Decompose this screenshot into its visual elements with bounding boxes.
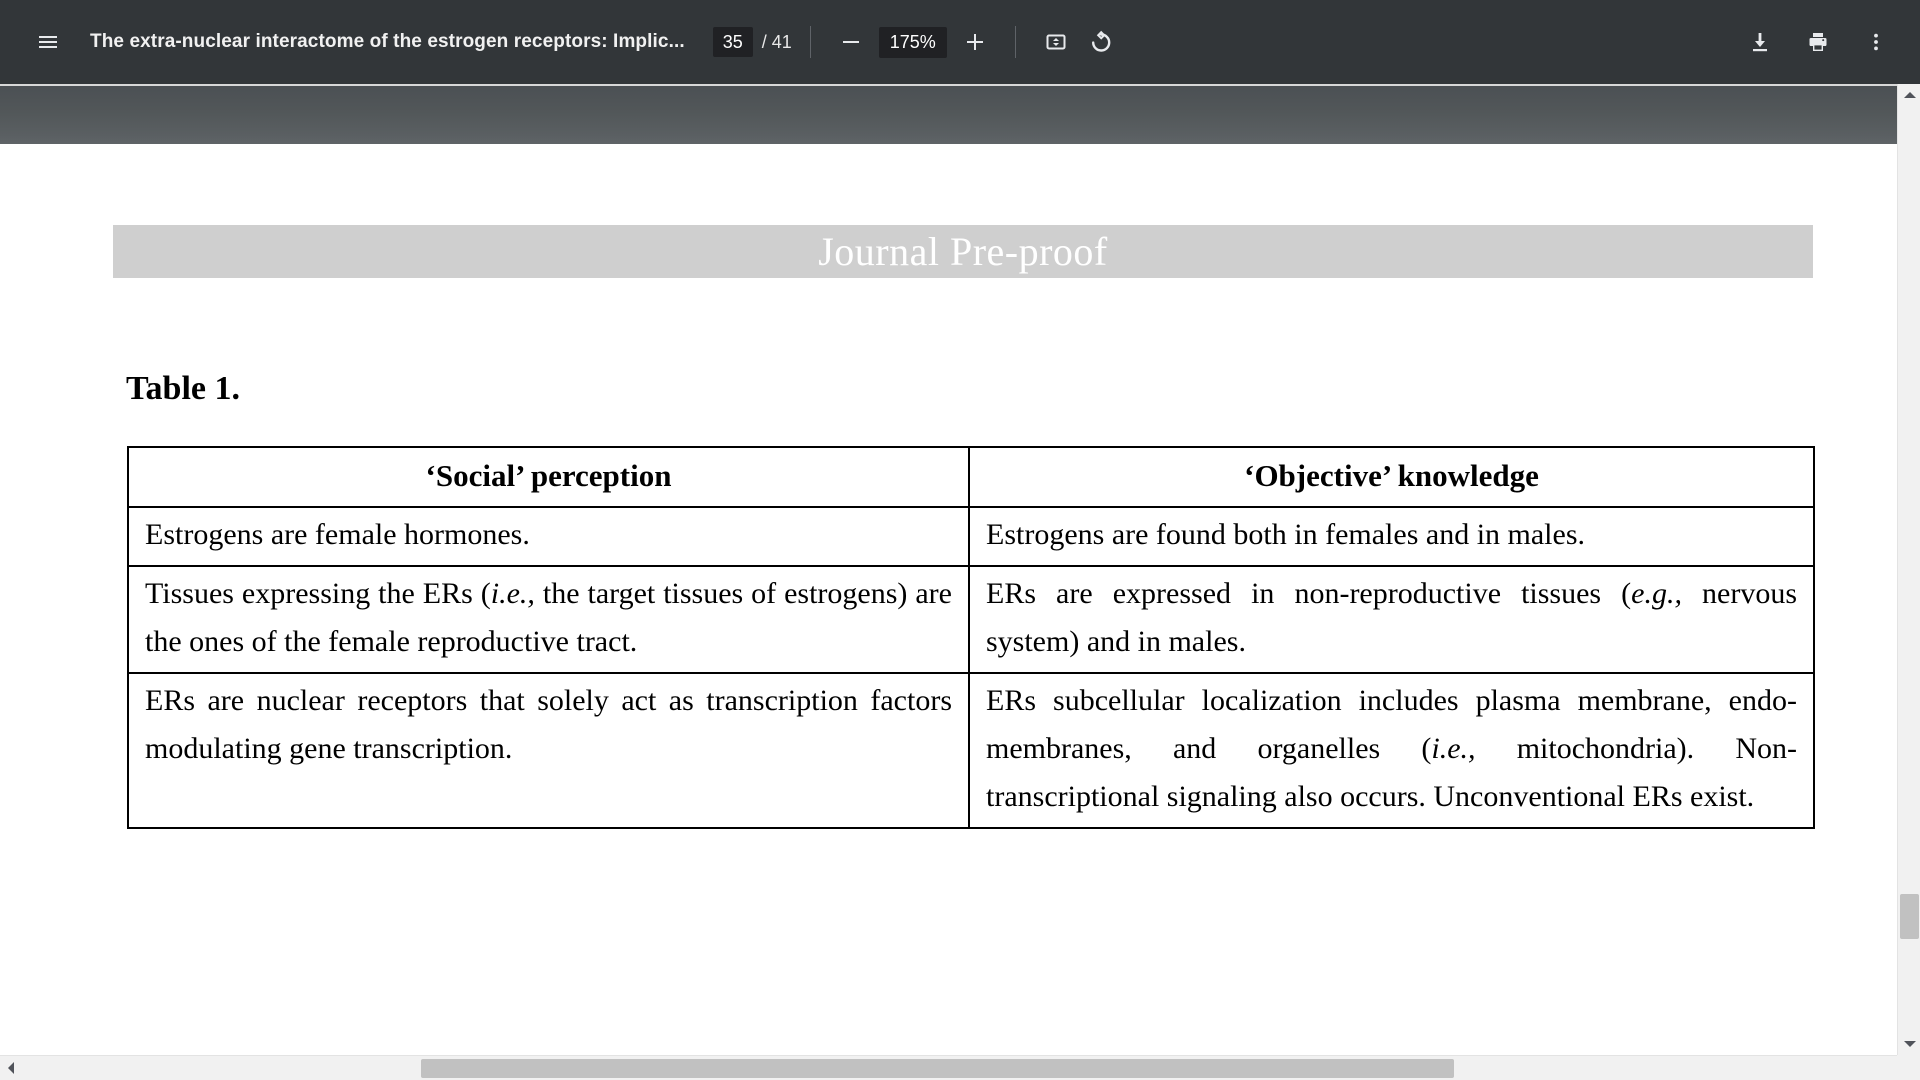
print-icon — [1806, 30, 1830, 54]
comparison-table: ‘Social’ perception ‘Objective’ knowledg… — [127, 446, 1815, 829]
table-row: Tissues expressing the ERs (i.e., the ta… — [127, 565, 1815, 674]
toolbar-right-actions — [1724, 20, 1898, 64]
vertical-scrollbar-thumb[interactable] — [1900, 894, 1919, 939]
zoom-level-display[interactable]: 175% — [878, 26, 947, 58]
journal-preproof-text: Journal Pre-proof — [818, 229, 1108, 274]
page-total-label: / 41 — [761, 31, 792, 52]
menu-button[interactable] — [26, 20, 70, 64]
rotate-counterclockwise-icon — [1088, 30, 1112, 54]
plus-icon — [963, 30, 987, 54]
page-number-input[interactable] — [712, 27, 753, 57]
page-navigation: / 41 — [712, 27, 792, 57]
pdf-page: Journal Pre-proof Table 1. ‘Social’ perc… — [0, 144, 1897, 1055]
toolbar-divider-2 — [1014, 26, 1016, 58]
pdf-toolbar: The extra-nuclear interactome of the est… — [0, 0, 1920, 84]
cell-social-1: Estrogens are female hormones. — [127, 506, 970, 567]
rotate-button[interactable] — [1078, 20, 1122, 64]
table-header-row: ‘Social’ perception ‘Objective’ knowledg… — [127, 446, 1815, 508]
journal-preproof-banner: Journal Pre-proof — [113, 225, 1813, 278]
column-header-objective: ‘Objective’ knowledge — [968, 446, 1815, 508]
fit-to-page-button[interactable] — [1034, 20, 1078, 64]
toolbar-divider-1 — [809, 26, 811, 58]
hamburger-menu-icon — [36, 30, 60, 54]
scroll-down-arrow[interactable] — [1898, 1033, 1920, 1055]
column-header-social: ‘Social’ perception — [127, 446, 970, 508]
more-options-button[interactable] — [1854, 20, 1898, 64]
more-vertical-icon — [1864, 30, 1888, 54]
vertical-scrollbar[interactable] — [1897, 84, 1920, 1055]
scroll-up-arrow[interactable] — [1898, 84, 1920, 106]
table-row: Estrogens are female hormones. Estrogens … — [127, 506, 1815, 567]
cell-social-2: Tissues expressing the ERs (i.e., the ta… — [127, 565, 970, 674]
table-row: ERs are nuclear receptors that solely ac… — [127, 672, 1815, 829]
viewer-top-gradient — [0, 84, 1920, 144]
scrollbar-corner — [1897, 1055, 1920, 1080]
table-body: Estrogens are female hormones. Estrogens … — [127, 506, 1815, 829]
scroll-left-arrow[interactable] — [0, 1056, 22, 1080]
cell-objective-3: ERs subcellular localization includes pl… — [968, 672, 1815, 829]
cell-objective-1: Estrogens are found both in females and … — [968, 506, 1815, 567]
print-button[interactable] — [1796, 20, 1840, 64]
horizontal-scrollbar[interactable] — [0, 1055, 1897, 1080]
minus-icon — [839, 30, 863, 54]
zoom-in-button[interactable] — [953, 20, 997, 64]
zoom-out-button[interactable] — [829, 20, 873, 64]
horizontal-scrollbar-thumb[interactable] — [421, 1059, 1454, 1078]
zoom-controls: 175% — [829, 20, 997, 64]
page-title: Table 1. — [126, 370, 241, 407]
document-title: The extra-nuclear interactome of the est… — [90, 31, 685, 52]
document-scroll-area[interactable]: Journal Pre-proof Table 1. ‘Social’ perc… — [0, 144, 1897, 1055]
cell-social-3: ERs are nuclear receptors that solely ac… — [127, 672, 970, 829]
pdf-viewer: The extra-nuclear interactome of the est… — [0, 0, 1920, 1080]
cell-objective-2: ERs are expressed in non-reproductive ti… — [968, 565, 1815, 674]
download-icon — [1748, 30, 1772, 54]
download-button[interactable] — [1738, 20, 1782, 64]
fit-page-icon — [1044, 30, 1068, 54]
